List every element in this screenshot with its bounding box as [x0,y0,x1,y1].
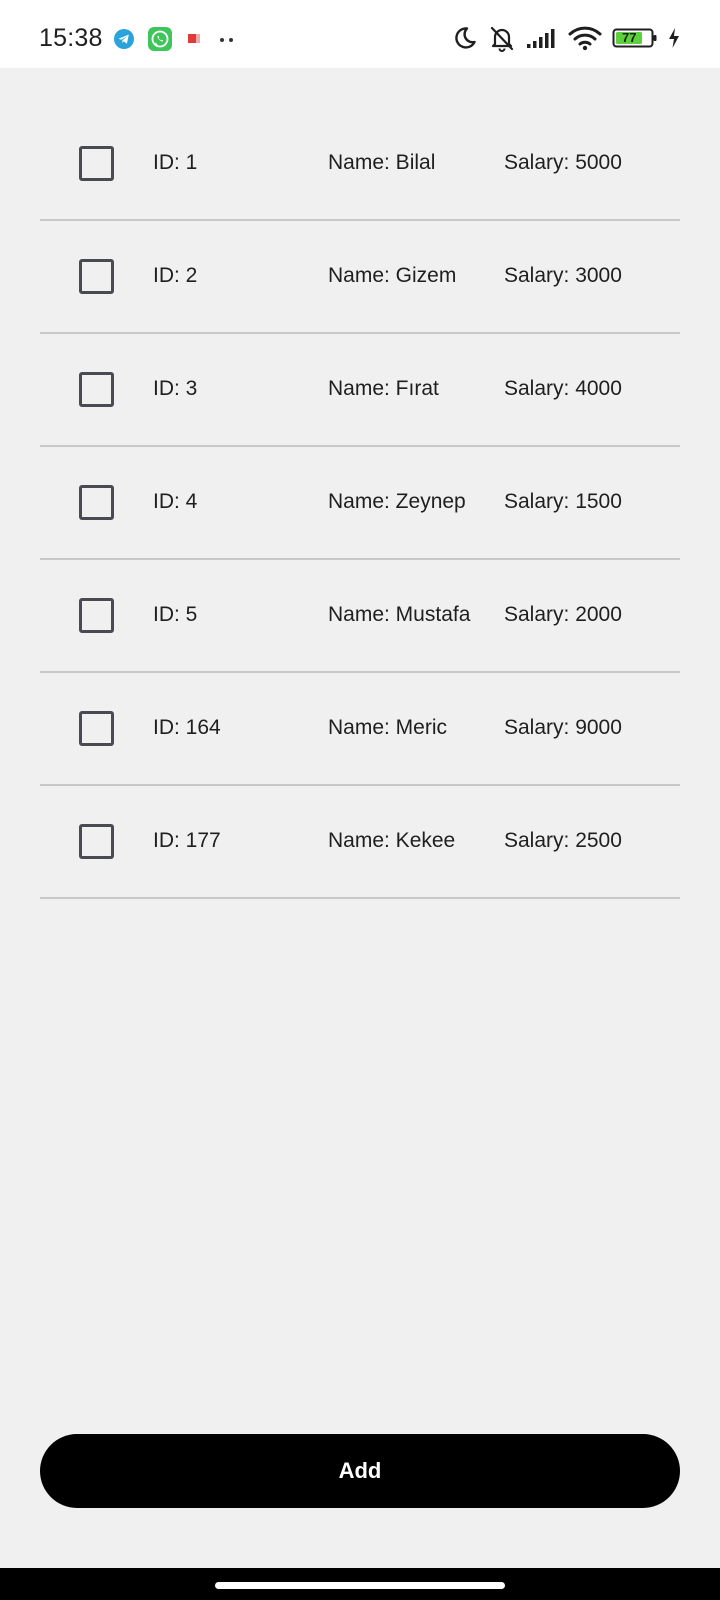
employee-id: ID: 4 [153,490,198,513]
whatsapp-icon [147,26,173,52]
employee-salary: Salary: 5000 [504,151,622,174]
more-dots-icon [217,29,237,49]
row-checkbox[interactable] [79,146,114,181]
employee-name: Name: Gizem [328,264,457,287]
moon-icon [452,25,478,51]
home-gesture-handle[interactable] [215,1582,505,1589]
status-left-icons [113,27,237,51]
employee-row[interactable]: ID: 3 Name: Fırat Salary: 4000 [40,334,680,447]
employee-row[interactable]: ID: 4 Name: Zeynep Salary: 1500 [40,447,680,560]
notification-icon [185,29,205,49]
row-checkbox[interactable] [79,372,114,407]
employee-name: Name: Fırat [328,377,439,400]
telegram-icon [113,28,135,50]
employee-id: ID: 177 [153,829,221,852]
employee-id: ID: 1 [153,151,198,174]
bell-off-icon [488,24,516,52]
employee-row[interactable]: ID: 164 Name: Meric Salary: 9000 [40,673,680,786]
employee-row[interactable]: ID: 177 Name: Kekee Salary: 2500 [40,786,680,899]
employee-row[interactable]: ID: 2 Name: Gizem Salary: 3000 [40,221,680,334]
row-checkbox[interactable] [79,824,114,859]
wifi-icon [568,25,602,51]
employee-id: ID: 5 [153,603,198,626]
employee-list: ID: 1 Name: Bilal Salary: 5000 ID: 2 Nam… [40,108,680,899]
row-checkbox[interactable] [79,711,114,746]
employee-salary: Salary: 9000 [504,716,622,739]
status-time: 15:38 [39,24,103,52]
row-checkbox[interactable] [79,259,114,294]
row-checkbox[interactable] [79,598,114,633]
add-button[interactable]: Add [40,1434,680,1508]
employee-salary: Salary: 1500 [504,490,622,513]
employee-id: ID: 2 [153,264,198,287]
employee-name: Name: Mustafa [328,603,471,626]
navigation-bar [0,1568,720,1600]
battery-level: 77 [622,30,637,45]
employee-salary: Salary: 4000 [504,377,622,400]
signal-icon [526,26,558,50]
employee-salary: Salary: 2500 [504,829,622,852]
employee-id: ID: 3 [153,377,198,400]
employee-salary: Salary: 2000 [504,603,622,626]
employee-name: Name: Meric [328,716,448,739]
row-checkbox[interactable] [79,485,114,520]
employee-id: ID: 164 [153,716,221,739]
employee-salary: Salary: 3000 [504,264,622,287]
status-right-icons: 77 [452,24,680,52]
status-bar: 15:38 77 [0,0,720,68]
employee-name: Name: Kekee [328,829,456,852]
battery-icon: 77 [612,27,658,49]
employee-row[interactable]: ID: 1 Name: Bilal Salary: 5000 [40,108,680,221]
employee-name: Name: Zeynep [328,490,466,513]
charging-icon [668,27,680,49]
employee-name: Name: Bilal [328,151,436,174]
employee-row[interactable]: ID: 5 Name: Mustafa Salary: 2000 [40,560,680,673]
